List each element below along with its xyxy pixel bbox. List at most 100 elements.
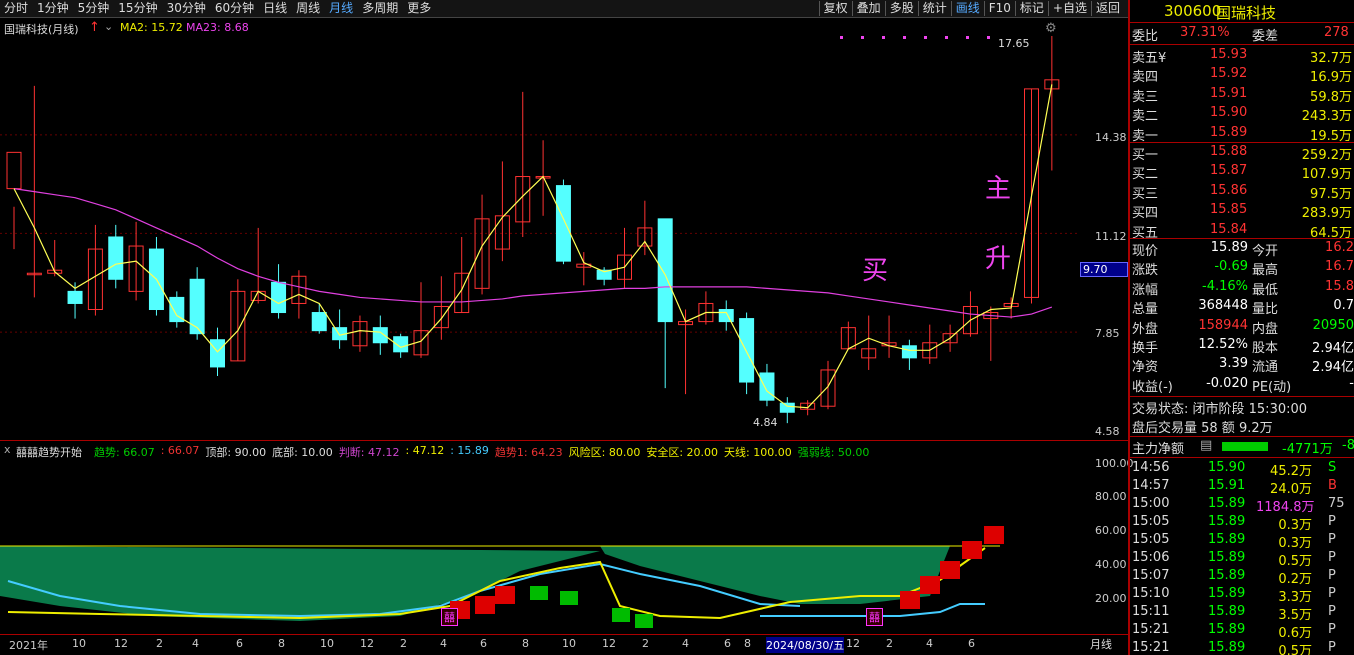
tick-time: 15:00 <box>1132 496 1170 511</box>
stat-label: 外盘 <box>1132 321 1159 337</box>
tool-button-4[interactable]: 画线 <box>950 1 984 16</box>
asks-cell: 15.93 <box>1210 47 1248 62</box>
bids-cell: 283.9万 <box>1301 206 1352 222</box>
tool-button-0[interactable]: 复权 <box>818 1 852 16</box>
stat-label: 最高 <box>1252 263 1279 279</box>
tool-button-6[interactable]: 标记 <box>1014 1 1048 16</box>
bids-cell: 107.9万 <box>1301 167 1352 183</box>
tick-volume: 1184.8万 <box>1256 500 1315 515</box>
tick-side: P <box>1328 514 1336 529</box>
period-label[interactable]: 月线 <box>1090 636 1112 652</box>
tick-price: 15.89 <box>1208 622 1246 637</box>
tab-2[interactable]: 5分钟 <box>78 1 110 16</box>
candle <box>108 236 124 280</box>
stat-row: 涨跌 -0.69 最高 16.7 <box>1132 259 1354 279</box>
tick-volume: 0.5万 <box>1278 644 1312 655</box>
y-tick: 4.58 <box>1095 425 1120 438</box>
stat-row: 净资 3.39 流通 2.94亿 <box>1132 356 1354 375</box>
x-label: 8 <box>278 637 285 650</box>
candle <box>759 372 775 401</box>
tool-button-2[interactable]: 多股 <box>884 1 918 16</box>
tab-7[interactable]: 周线 <box>296 1 320 16</box>
asks-row: 卖五¥ 15.93 32.7万 <box>1132 47 1354 66</box>
stock-name: 国瑞科技 <box>1216 4 1277 22</box>
candle <box>311 312 327 332</box>
tick-price: 15.90 <box>1208 460 1246 475</box>
tick-volume: 0.5万 <box>1278 554 1312 569</box>
tool-button-3[interactable]: 统计 <box>917 1 951 16</box>
tool-button-5[interactable]: F10 <box>983 1 1015 16</box>
tick-side: P <box>1328 604 1336 619</box>
tab-9[interactable]: 多周期 <box>362 1 398 16</box>
stat-label: 现价 <box>1132 244 1159 259</box>
x-label: 6 <box>724 637 731 650</box>
tick-row: 15:07 15.89 0.2万 P <box>1132 568 1354 587</box>
asks-cell: 15.89 <box>1210 124 1248 140</box>
trend-block <box>920 576 940 594</box>
y-tick: 60.00 <box>1095 524 1127 537</box>
tool-button-7[interactable]: +自选 <box>1047 1 1091 16</box>
bids-cell: 15.84 <box>1210 221 1248 237</box>
x-label: 2 <box>400 637 407 650</box>
asks-row: 卖三 15.91 59.8万 <box>1132 86 1354 105</box>
tick-volume: 0.6万 <box>1278 626 1312 641</box>
bids-cell: 15.86 <box>1210 182 1248 198</box>
tab-0[interactable]: 分时 <box>4 1 28 16</box>
trend-block <box>940 561 960 579</box>
trend-block <box>612 608 630 622</box>
panel-divider <box>0 440 1128 441</box>
tick-side: B <box>1328 478 1337 493</box>
candle <box>779 402 795 413</box>
close-icon[interactable]: x <box>4 443 11 456</box>
stat-label: 内盘 <box>1252 321 1279 337</box>
tab-5[interactable]: 60分钟 <box>215 1 254 16</box>
asks-cell: 15.92 <box>1210 66 1248 82</box>
signal-dot <box>924 36 927 39</box>
stat-label: 换手 <box>1132 341 1159 356</box>
x-label: 6 <box>236 637 243 650</box>
stat-value: 15.8 <box>1325 278 1354 294</box>
tab-4[interactable]: 30分钟 <box>167 1 206 16</box>
stat-row: 现价 15.89 今开 16.2 <box>1132 240 1354 259</box>
tab-3[interactable]: 15分钟 <box>118 1 157 16</box>
tick-row: 15:05 15.89 0.3万 P <box>1132 532 1354 551</box>
tick-volume: 24.0万 <box>1270 482 1312 497</box>
indicator-chart <box>0 526 1004 628</box>
asks-cell: 243.3万 <box>1301 109 1352 125</box>
bids-row: 买五 15.84 64.5万 <box>1132 221 1354 241</box>
asks-cell: 32.7万 <box>1310 51 1352 66</box>
stat-value: 20950 <box>1312 317 1354 333</box>
x-label: 4 <box>440 637 447 650</box>
stat-value: -0.69 <box>1214 259 1248 275</box>
tab-1[interactable]: 1分钟 <box>37 1 69 16</box>
tick-time: 15:11 <box>1132 604 1170 619</box>
x-label: 4 <box>926 637 933 650</box>
asks-cell: 卖三 <box>1132 89 1159 105</box>
tick-price: 15.89 <box>1208 496 1246 511</box>
high-price-label: 17.65 <box>998 37 1030 50</box>
tool-button-1[interactable]: 叠加 <box>851 1 885 16</box>
stat-value: 12.52% <box>1198 337 1248 352</box>
tool-button-8[interactable]: 返回 <box>1090 1 1124 16</box>
tab-8[interactable]: 月线 <box>329 1 353 16</box>
bids-row: 买三 15.86 97.5万 <box>1132 182 1354 202</box>
y-tick: 20.00 <box>1095 592 1127 605</box>
x-label: 6 <box>968 637 975 650</box>
tab-10[interactable]: 更多 <box>407 1 431 16</box>
tick-row: 15:21 15.89 0.5万 P <box>1132 640 1354 655</box>
quote-panel: 300600 国瑞科技 委比 37.31% 委差 278 卖五¥ 15.93 32.… <box>1130 0 1354 655</box>
x-label: 12 <box>602 637 616 650</box>
x-label: 10 <box>562 637 576 650</box>
tick-price: 15.89 <box>1208 568 1246 583</box>
stat-label: 量比 <box>1252 302 1279 318</box>
tick-time: 15:05 <box>1132 532 1170 547</box>
asks-row: 卖四 15.92 16.9万 <box>1132 66 1354 85</box>
stat-label: 总量 <box>1132 302 1159 318</box>
stat-value: 16.7 <box>1325 259 1354 275</box>
stat-row: 收益(-) -0.020 PE(动) - <box>1132 376 1354 395</box>
tab-6[interactable]: 日线 <box>263 1 287 16</box>
tick-volume: 3.5万 <box>1278 608 1312 623</box>
stat-value: 2.94亿 <box>1312 341 1354 356</box>
asks-row: 卖一 15.89 19.5万 <box>1132 124 1354 144</box>
main-annotation: 主 <box>985 174 1012 204</box>
